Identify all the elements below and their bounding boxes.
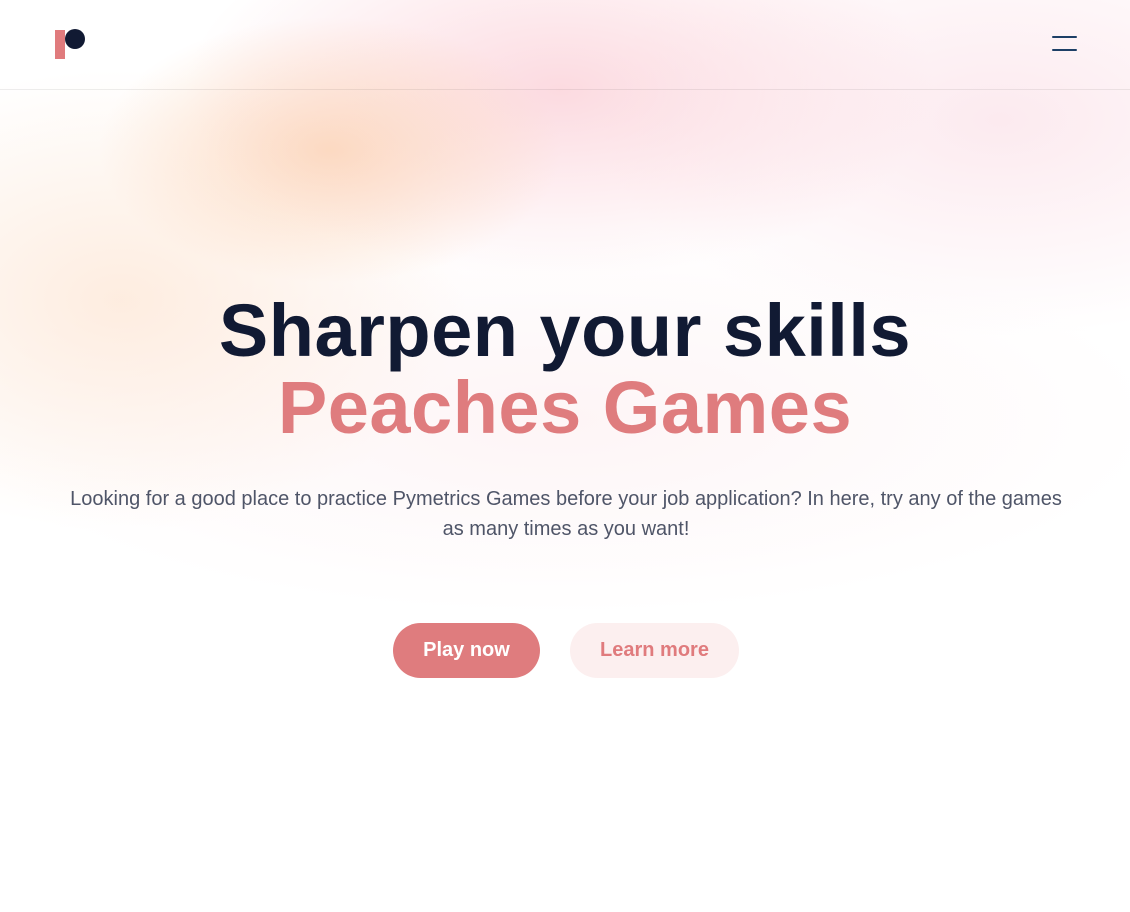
logo-dot <box>65 29 85 49</box>
logo-icon[interactable] <box>55 29 87 61</box>
menu-line-top <box>1052 36 1077 38</box>
hamburger-menu-icon[interactable] <box>1046 30 1082 58</box>
hero-title-line1: Sharpen your skills <box>218 289 912 372</box>
hero-title-line2: Peaches Games <box>277 366 853 449</box>
site-header <box>0 0 1130 90</box>
landing-page: Sharpen your skills Peaches Games Lookin… <box>0 0 1130 912</box>
hero-subtitle: Looking for a good place to practice Pym… <box>70 488 1062 540</box>
menu-line-bottom <box>1052 49 1077 51</box>
play-now-button[interactable]: Play now <box>393 623 540 678</box>
background-gradient <box>0 0 1130 912</box>
logo-bar <box>55 30 65 59</box>
learn-more-button[interactable]: Learn more <box>570 623 739 678</box>
